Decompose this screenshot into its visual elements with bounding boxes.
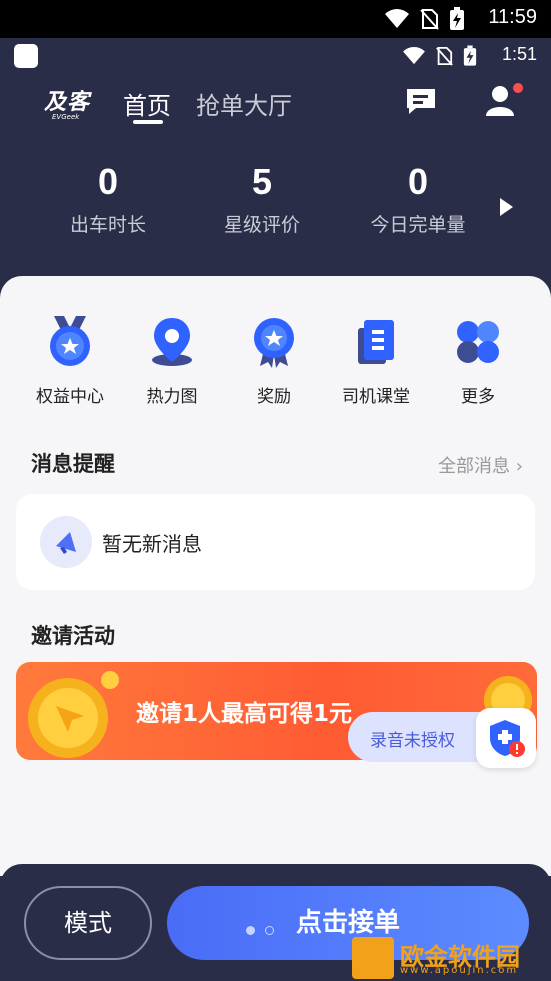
play-icon[interactable] xyxy=(500,198,513,216)
quick-link-label: 更多 xyxy=(461,387,495,407)
app-notification-icon xyxy=(14,44,38,68)
driver-stats: 0 出车时长 5 星级评价 0 今日完单量 xyxy=(0,160,551,250)
no-sim-icon xyxy=(436,47,453,66)
stat-label: 星级评价 xyxy=(223,214,300,236)
profile-icon[interactable] xyxy=(484,82,524,118)
award-ribbon-icon xyxy=(254,318,294,368)
stat-value: 0 xyxy=(97,161,119,202)
empty-message-text: 暂无新消息 xyxy=(102,532,202,556)
system-clock: 11:59 xyxy=(488,6,537,28)
coin-icon xyxy=(28,671,119,758)
chevron-right-icon: › xyxy=(515,456,523,477)
stat-label: 出车时长 xyxy=(69,214,146,236)
grid-more-icon xyxy=(457,321,499,363)
stat-driving-hours[interactable]: 0 出车时长 xyxy=(28,160,188,237)
battery-charging-icon xyxy=(450,7,464,30)
message-icon[interactable] xyxy=(404,86,438,116)
quick-link-driver-class[interactable]: 司机课堂 xyxy=(326,314,426,407)
location-pin-icon xyxy=(152,318,192,366)
message-card[interactable]: 暂无新消息 xyxy=(16,494,535,590)
medal-icon xyxy=(50,316,90,366)
app-clock: 1:51 xyxy=(501,44,537,64)
no-sim-icon xyxy=(420,9,439,30)
quick-link-heatmap[interactable]: 热力图 xyxy=(122,314,222,407)
page-indicator xyxy=(246,926,274,935)
tab-home[interactable]: 首页 xyxy=(123,86,171,121)
invite-banner-text: 邀请1人最高可得1元 xyxy=(136,701,353,727)
quick-link-label: 权益中心 xyxy=(36,387,104,407)
battery-charging-icon xyxy=(463,45,477,66)
megaphone-icon xyxy=(40,516,92,568)
logo-text: 及客 xyxy=(44,90,91,115)
recording-permission-label: 录音未授权 xyxy=(370,731,455,751)
quick-link-label: 奖励 xyxy=(257,387,291,407)
watermark-logo: 欧金软件园 www.apoujin.com xyxy=(352,937,548,979)
quick-link-benefits[interactable]: 权益中心 xyxy=(20,314,120,407)
page-dot-active xyxy=(246,926,255,935)
security-shield-button[interactable] xyxy=(476,708,536,768)
wifi-icon xyxy=(385,9,409,28)
tab-active-indicator xyxy=(133,120,163,124)
app-status-bar: 1:51 xyxy=(0,38,551,74)
stat-value: 0 xyxy=(407,161,429,202)
invite-title: 邀请活动 xyxy=(31,624,115,648)
stat-label: 今日完单量 xyxy=(370,214,466,236)
mode-button[interactable]: 模式 xyxy=(24,886,152,960)
main-panel: 权益中心 热力图 奖励 司机课堂 更多 消息提醒 全部消息 › 暂无新消息 邀请… xyxy=(0,276,551,876)
stat-star-rating[interactable]: 5 星级评价 xyxy=(182,160,342,237)
app-logo: 及客 EVGeek xyxy=(44,84,90,121)
quick-link-label: 热力图 xyxy=(146,387,198,407)
quick-links: 权益中心 热力图 奖励 司机课堂 更多 xyxy=(0,314,551,414)
system-status-bar: 11:59 xyxy=(0,0,551,38)
tab-grab-orders[interactable]: 抢单大厅 xyxy=(196,86,292,121)
watermark-url: www.apoujin.com xyxy=(400,965,519,976)
watermark-icon xyxy=(352,937,394,979)
shield-alert-icon xyxy=(490,720,525,757)
app-header: 及客 EVGeek 首页 抢单大厅 xyxy=(0,74,551,144)
all-messages-label: 全部消息 xyxy=(438,456,511,477)
wifi-icon xyxy=(403,46,425,65)
system-status-icons xyxy=(385,7,465,31)
quick-link-rewards[interactable]: 奖励 xyxy=(224,314,324,407)
quick-link-label: 司机课堂 xyxy=(342,387,410,407)
quick-link-more[interactable]: 更多 xyxy=(428,314,528,407)
page-dot xyxy=(265,926,274,935)
book-icon xyxy=(358,320,394,364)
app-status-icons xyxy=(403,45,477,67)
all-messages-link[interactable]: 全部消息 › xyxy=(438,452,523,478)
stat-orders-today[interactable]: 0 今日完单量 xyxy=(338,160,498,237)
messages-title: 消息提醒 xyxy=(31,452,115,476)
stat-value: 5 xyxy=(251,161,273,202)
